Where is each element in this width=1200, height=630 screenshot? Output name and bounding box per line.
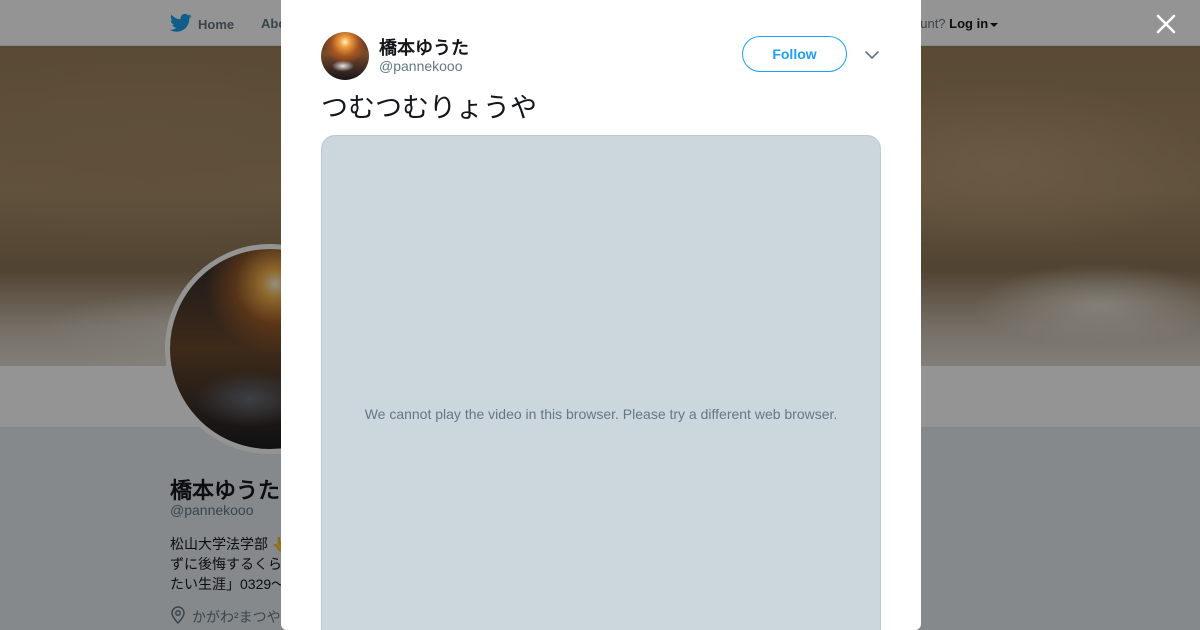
follow-button[interactable]: Follow [742,36,847,72]
video-player[interactable]: We cannot play the video in this browser… [321,135,881,630]
close-modal-button[interactable] [1152,10,1180,38]
tweet-text: つむつむりょうや [321,93,537,124]
author-name[interactable]: 橋本ゆうた [379,34,469,60]
tweet-options-button[interactable] [863,46,881,64]
author-handle[interactable]: @pannekooo [379,58,463,74]
close-icon [1156,14,1176,34]
tweet-modal: 橋本ゆうた @pannekooo Follow つむつむりょうや We cann… [281,0,921,630]
author-avatar[interactable] [321,32,369,80]
video-unsupported-message: We cannot play the video in this browser… [364,406,838,422]
chevron-down-icon [865,51,879,59]
